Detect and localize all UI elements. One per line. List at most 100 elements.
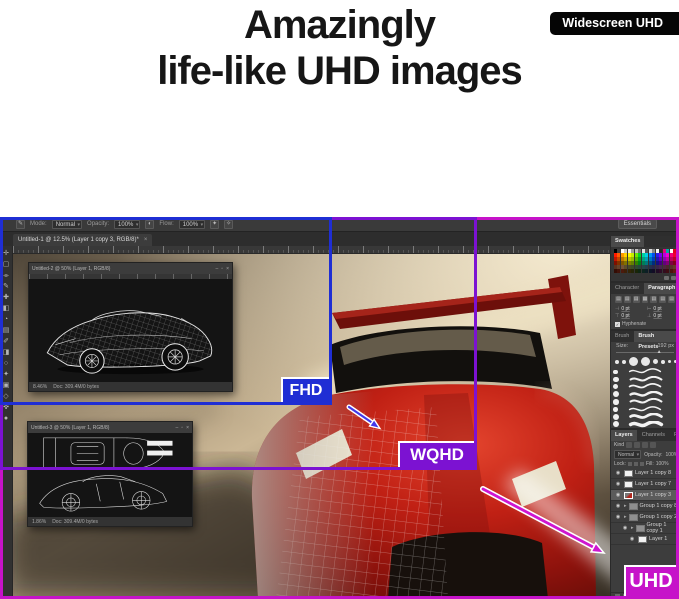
blend-mode-dropdown[interactable]: Normal	[52, 220, 82, 229]
tab-swatches[interactable]: Swatches	[611, 236, 644, 247]
indent-value[interactable]: 0 pt	[653, 306, 661, 312]
brush-size-slider[interactable]: ▲	[616, 349, 674, 355]
brush-preset-row[interactable]	[613, 421, 677, 429]
tool-icon[interactable]: ◇	[3, 393, 8, 401]
floating-window-blueprint[interactable]: Untitled-3 @ 50% (Layer 1, RGB/8) – ▫ ×	[27, 421, 193, 527]
brush-preset-row[interactable]	[613, 406, 677, 414]
group-expand-icon[interactable]: ▸	[631, 525, 634, 531]
color-swatch[interactable]	[673, 265, 676, 269]
tool-icon[interactable]: ○	[4, 360, 8, 368]
visibility-eye-icon[interactable]: ◉	[614, 481, 622, 487]
hyphenate-checkbox[interactable]: ✓	[615, 322, 620, 327]
brush-preset-row[interactable]	[613, 376, 677, 384]
brush-preset-row[interactable]	[613, 383, 677, 391]
visibility-eye-icon[interactable]: ◉	[614, 514, 622, 520]
lock-position-icon[interactable]	[640, 462, 644, 466]
tab-layers[interactable]: Layers	[611, 430, 637, 441]
brush-tip-icon[interactable]	[674, 360, 677, 363]
brush-tip-icon[interactable]	[653, 359, 658, 364]
color-swatch[interactable]	[673, 261, 676, 265]
align-button[interactable]: ▤	[668, 296, 675, 303]
visibility-eye-icon[interactable]: ◉	[628, 536, 636, 542]
tool-icon[interactable]: ●	[4, 415, 8, 423]
visibility-eye-icon[interactable]: ◉	[614, 503, 622, 509]
tab-brush[interactable]: Brush	[611, 331, 633, 342]
tab-paragraph[interactable]: Paragraph	[644, 283, 679, 294]
brush-tip-icon[interactable]	[629, 357, 638, 366]
tool-icon[interactable]: ⌯	[3, 272, 9, 280]
brush-tip-icon[interactable]	[661, 360, 665, 364]
new-swatch-icon[interactable]	[664, 276, 669, 280]
link-layers-icon[interactable]	[615, 594, 620, 598]
workspace-switcher-button[interactable]: Essentials	[618, 219, 657, 229]
flow-dropdown[interactable]: 100%	[179, 220, 205, 229]
filter-pixel-icon[interactable]	[626, 442, 632, 448]
layer-mask-icon[interactable]	[631, 594, 636, 598]
filter-type-icon[interactable]	[642, 442, 648, 448]
indent-value[interactable]: 0 pt	[621, 306, 629, 312]
indent-value[interactable]: 0 pt	[653, 313, 661, 319]
brush-preset-row[interactable]	[613, 413, 677, 421]
brush-tip-icon[interactable]	[615, 360, 619, 364]
tab-character[interactable]: Character	[611, 283, 643, 294]
visibility-eye-icon[interactable]: ◉	[621, 525, 629, 531]
layer-blend-mode-dropdown[interactable]: Normal	[614, 450, 641, 459]
group-expand-icon[interactable]: ▸	[624, 503, 627, 509]
brush-tip-icon[interactable]	[622, 360, 626, 364]
window2-zoom-level[interactable]: 1.86%	[32, 519, 46, 525]
minimize-icon[interactable]: –	[176, 425, 179, 431]
tool-icon[interactable]: ✐	[3, 338, 9, 346]
align-button[interactable]: ▦	[642, 296, 649, 303]
color-swatch[interactable]	[673, 257, 676, 261]
layer-style-icon[interactable]	[623, 594, 628, 598]
tool-icon[interactable]: ✎	[3, 283, 9, 291]
visibility-eye-icon[interactable]: ◉	[614, 470, 622, 476]
tool-icon[interactable]: ▣	[3, 382, 10, 390]
maximize-icon[interactable]: ▫	[221, 266, 223, 272]
floating-window-wireframe[interactable]: Untitled-2 @ 50% (Layer 1, RGB/8) – ▫ ×	[28, 262, 233, 392]
airbrush-icon[interactable]: ✦	[210, 220, 219, 229]
brush-tip-icon[interactable]	[641, 357, 650, 366]
indent-value[interactable]: 0 pt	[621, 313, 629, 319]
tool-icon[interactable]: ◧	[3, 305, 10, 313]
tool-icon[interactable]: ▢	[3, 261, 10, 269]
tool-icon[interactable]: ✜	[3, 404, 9, 412]
align-button[interactable]: ▤	[615, 296, 622, 303]
window1-zoom-level[interactable]: 8.46%	[33, 384, 47, 390]
color-swatch[interactable]	[673, 253, 676, 257]
delete-swatch-icon[interactable]	[671, 276, 676, 280]
align-button[interactable]: ▤	[650, 296, 657, 303]
close-tab-icon[interactable]: ×	[144, 234, 148, 246]
indent-field[interactable]: ⊥0 pt	[647, 313, 675, 319]
layer-row[interactable]: ◉Layer 1 copy 7	[611, 479, 679, 490]
layer-row[interactable]: ◉Layer 1 copy 8	[611, 468, 679, 479]
brush-tool-icon[interactable]: ✎	[16, 220, 25, 229]
color-swatch[interactable]	[673, 249, 676, 253]
align-button[interactable]: ▤	[624, 296, 631, 303]
pressure-size-icon[interactable]: ✧	[224, 220, 233, 229]
tool-icon[interactable]: ✚	[3, 294, 9, 302]
indent-field[interactable]: ⊣0 pt	[615, 306, 643, 312]
align-button[interactable]: ▤	[633, 296, 640, 303]
close-icon[interactable]: ×	[186, 425, 189, 431]
tool-icon[interactable]: ▤	[3, 327, 10, 335]
tool-icon[interactable]: ✛	[3, 250, 9, 258]
align-button[interactable]: ▤	[659, 296, 666, 303]
layer-row[interactable]: ◉Layer 1	[611, 534, 679, 545]
layer-row[interactable]: ◉Layer 1 copy 3	[611, 490, 679, 501]
tab-channels[interactable]: Channels	[638, 430, 669, 441]
tab-brush-presets[interactable]: Brush Presets	[634, 331, 679, 342]
visibility-eye-icon[interactable]: ◉	[614, 492, 622, 498]
tool-icon[interactable]: ◨	[3, 349, 10, 357]
lock-pixels-icon[interactable]	[634, 462, 638, 466]
lock-transparent-icon[interactable]	[628, 462, 632, 466]
brush-preset-row[interactable]	[613, 398, 677, 406]
brush-tip-icon[interactable]	[668, 360, 671, 363]
brush-preset-row[interactable]	[613, 368, 677, 376]
group-expand-icon[interactable]: ▸	[624, 514, 627, 520]
layer-opacity-value[interactable]: 100%	[665, 452, 678, 458]
layer-row[interactable]: ◉▸Group 1 copy 1	[611, 523, 679, 534]
filter-kind-dropdown[interactable]: Kind	[614, 442, 624, 448]
close-icon[interactable]: ×	[226, 266, 229, 272]
filter-adjustment-icon[interactable]	[634, 442, 640, 448]
